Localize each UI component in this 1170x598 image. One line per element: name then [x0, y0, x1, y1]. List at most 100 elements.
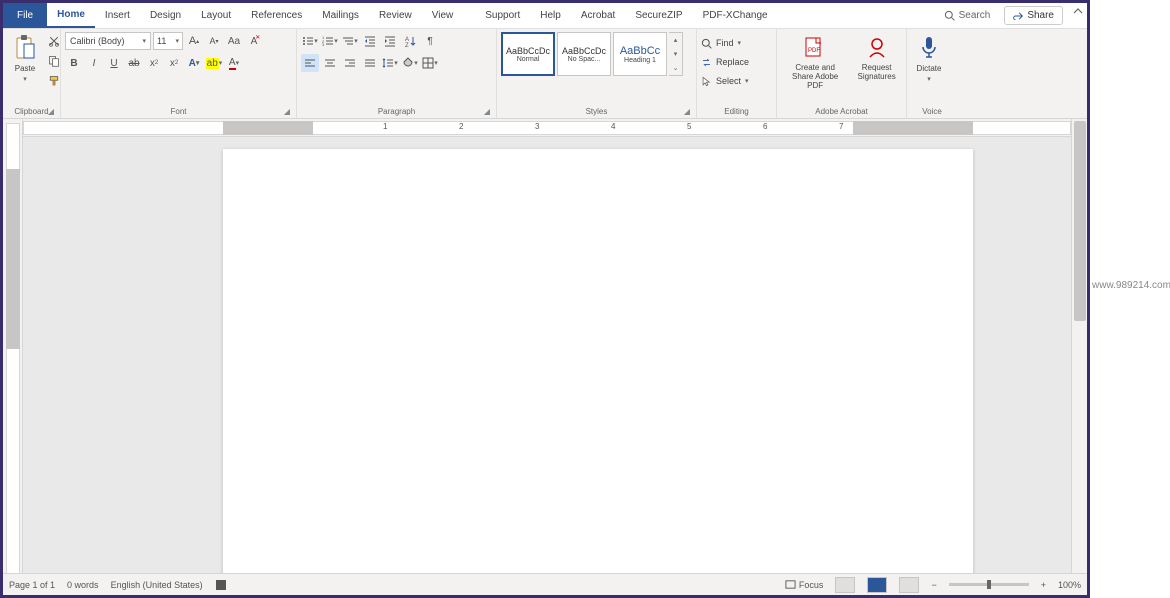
style-normal[interactable]: AaBbCcDc Normal: [501, 32, 555, 76]
text-effects-button[interactable]: A▾: [185, 54, 203, 72]
italic-button[interactable]: I: [85, 54, 103, 72]
zoom-in-button[interactable]: +: [1041, 580, 1046, 590]
dialog-launcher-icon[interactable]: ◢: [284, 107, 290, 116]
subscript-button[interactable]: x2: [145, 54, 163, 72]
find-label: Find: [716, 38, 734, 48]
select-button[interactable]: Select▾: [701, 72, 749, 90]
highlight-button[interactable]: ab▾: [205, 54, 223, 72]
tab-design[interactable]: Design: [140, 3, 191, 28]
status-words[interactable]: 0 words: [67, 580, 99, 590]
tell-me-search[interactable]: Search: [936, 3, 999, 28]
create-pdf-label: Create and Share Adobe PDF: [785, 64, 845, 90]
tab-home[interactable]: Home: [47, 3, 95, 28]
tab-securezip[interactable]: SecureZIP: [625, 3, 692, 28]
chevron-down-icon: ▾: [23, 75, 27, 83]
style-name: Normal: [517, 56, 540, 63]
multilevel-list-button[interactable]: ▾: [341, 32, 359, 50]
horizontal-ruler: 1 2 3 4 5 6 7: [23, 119, 1071, 137]
style-preview: AaBbCcDc: [562, 46, 606, 56]
align-right-button[interactable]: [341, 54, 359, 72]
align-left-button[interactable]: [301, 54, 319, 72]
dialog-launcher-icon[interactable]: ◢: [684, 107, 690, 116]
style-no-spacing[interactable]: AaBbCcDc No Spac...: [557, 32, 611, 76]
show-marks-button[interactable]: ¶: [421, 32, 439, 50]
shading-button[interactable]: ▾: [401, 54, 419, 72]
line-spacing-button[interactable]: ▾: [381, 54, 399, 72]
borders-button[interactable]: ▾: [421, 54, 439, 72]
clear-formatting-button[interactable]: A✕: [245, 32, 263, 50]
paste-button[interactable]: Paste ▾: [7, 32, 43, 85]
search-icon: [944, 10, 955, 21]
change-case-button[interactable]: Aa: [225, 32, 243, 50]
document-area[interactable]: [23, 137, 1071, 573]
tab-mailings[interactable]: Mailings: [312, 3, 369, 28]
focus-mode-button[interactable]: Focus: [785, 579, 824, 590]
zoom-slider[interactable]: [949, 583, 1029, 586]
dictate-button[interactable]: Dictate ▾: [911, 32, 947, 85]
tab-references[interactable]: References: [241, 3, 312, 28]
tab-review[interactable]: Review: [369, 3, 422, 28]
font-size-combo[interactable]: 11▾: [153, 32, 183, 50]
style-heading-1[interactable]: AaBbCc Heading 1: [613, 32, 667, 76]
find-button[interactable]: Find▾: [701, 34, 741, 52]
request-signatures-button[interactable]: Request Signatures: [851, 32, 902, 84]
scrollbar-thumb[interactable]: [1074, 121, 1086, 321]
tab-help[interactable]: Help: [530, 3, 571, 28]
tab-support[interactable]: Support: [475, 3, 530, 28]
bold-button[interactable]: B: [65, 54, 83, 72]
tab-view[interactable]: View: [422, 3, 464, 28]
zoom-out-button[interactable]: −: [931, 580, 936, 590]
macro-icon[interactable]: [215, 579, 227, 591]
superscript-button[interactable]: x2: [165, 54, 183, 72]
clipboard-icon: [11, 34, 39, 62]
font-color-button[interactable]: A▾: [225, 54, 243, 72]
tab-acrobat[interactable]: Acrobat: [571, 3, 625, 28]
replace-button[interactable]: Replace: [701, 53, 749, 71]
tab-file[interactable]: File: [3, 3, 47, 28]
web-layout-button[interactable]: [899, 577, 919, 593]
tab-layout[interactable]: Layout: [191, 3, 241, 28]
group-styles: AaBbCcDc Normal AaBbCcDc No Spac... AaBb…: [497, 29, 697, 118]
status-language[interactable]: English (United States): [111, 580, 203, 590]
read-mode-button[interactable]: [835, 577, 855, 593]
ruler-mark: 1: [383, 122, 387, 131]
paste-label: Paste: [15, 64, 35, 73]
style-preview: AaBbCcDc: [506, 46, 550, 56]
chevron-up-icon: ▴: [669, 33, 682, 47]
group-label-voice: Voice: [911, 105, 953, 118]
numbering-button[interactable]: 123▾: [321, 32, 339, 50]
vertical-scrollbar[interactable]: [1071, 119, 1087, 573]
svg-text:3: 3: [322, 42, 325, 47]
tab-pdfxchange[interactable]: PDF-XChange: [693, 3, 778, 28]
decrease-indent-button[interactable]: [361, 32, 379, 50]
tab-insert[interactable]: Insert: [95, 3, 140, 28]
styles-gallery-more[interactable]: ▴ ▾ ⌄: [669, 32, 683, 76]
zoom-level[interactable]: 100%: [1058, 580, 1081, 590]
align-center-button[interactable]: [321, 54, 339, 72]
grow-font-button[interactable]: A▴: [185, 32, 203, 50]
bullets-button[interactable]: ▾: [301, 32, 319, 50]
zoom-thumb[interactable]: [987, 580, 991, 589]
share-button[interactable]: Share: [1004, 6, 1063, 25]
group-clipboard: Paste ▾ Clipboard◢: [3, 29, 61, 118]
underline-button[interactable]: U: [105, 54, 123, 72]
justify-button[interactable]: [361, 54, 379, 72]
select-label: Select: [716, 76, 741, 86]
shrink-font-button[interactable]: A▾: [205, 32, 223, 50]
strikethrough-button[interactable]: ab: [125, 54, 143, 72]
create-share-pdf-button[interactable]: PDF Create and Share Adobe PDF: [781, 32, 849, 92]
ruler-mark: 5: [687, 122, 691, 131]
sort-button[interactable]: AZ: [401, 32, 419, 50]
ruler-mark: 7: [839, 122, 843, 131]
ruler-mark: 4: [611, 122, 615, 131]
page[interactable]: [223, 149, 973, 573]
dialog-launcher-icon[interactable]: ◢: [484, 107, 490, 116]
pdf-icon: PDF: [801, 34, 829, 62]
dialog-launcher-icon[interactable]: ◢: [48, 107, 54, 116]
ribbon-collapse-icon[interactable]: [1069, 3, 1087, 21]
font-name-combo[interactable]: Calibri (Body)▾: [65, 32, 151, 50]
watermark: www.989214.com: [1092, 280, 1168, 291]
print-layout-button[interactable]: [867, 577, 887, 593]
increase-indent-button[interactable]: [381, 32, 399, 50]
status-page[interactable]: Page 1 of 1: [9, 580, 55, 590]
